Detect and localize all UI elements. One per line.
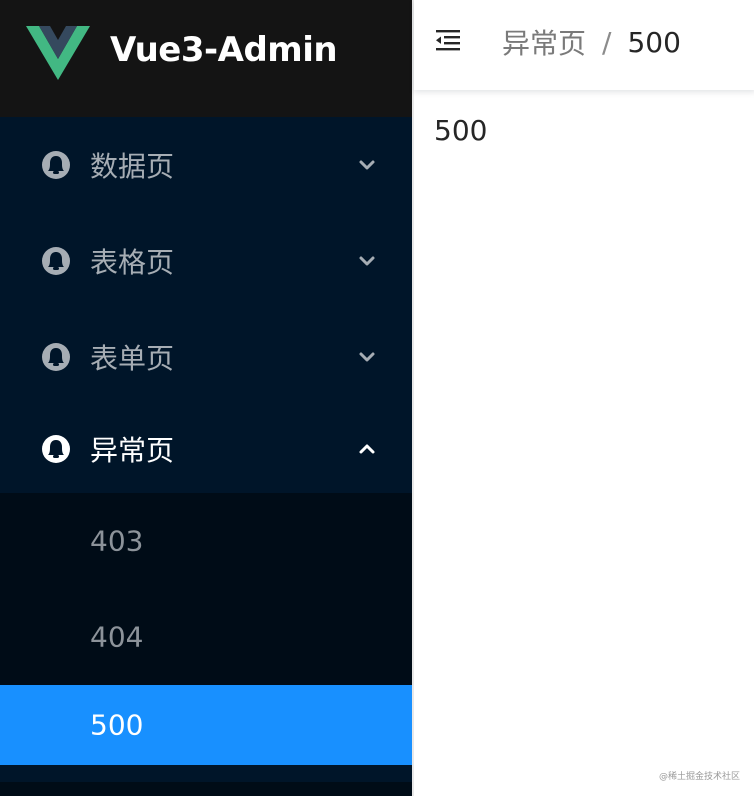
chevron-down-icon <box>359 160 375 170</box>
submenu-item-404[interactable]: 404 <box>0 589 412 685</box>
menu-label: 异常页 <box>90 434 175 467</box>
chevron-up-icon <box>359 444 375 454</box>
submenu-label: 500 <box>90 708 144 742</box>
sidebar-menu: 数据页 表格页 表单页 异常页 403 404 500 <box>0 117 412 765</box>
menu-label: 数据页 <box>90 150 175 183</box>
submenu-label: 404 <box>90 620 144 654</box>
watermark: @稀土掘金技术社区 <box>658 772 740 782</box>
app-title: Vue3-Admin <box>110 30 338 70</box>
breadcrumb-parent[interactable]: 异常页 <box>502 22 586 62</box>
chevron-down-icon <box>359 352 375 362</box>
menu-item-exception[interactable]: 异常页 <box>0 405 412 493</box>
menu-item-table[interactable]: 表格页 <box>0 213 412 309</box>
user-icon <box>42 435 70 463</box>
page-content: 500 <box>434 114 488 147</box>
sidebar-footer <box>0 782 412 796</box>
top-header: 异常页 / 500 <box>414 0 754 90</box>
menu-fold-icon[interactable] <box>434 28 462 52</box>
app-root: Vue3-Admin 数据页 表格页 表单页 异常页 403 404 500 异… <box>0 0 754 796</box>
breadcrumb: 异常页 / 500 <box>502 22 681 62</box>
menu-item-data[interactable]: 数据页 <box>0 117 412 213</box>
breadcrumb-current: 500 <box>627 25 681 59</box>
chevron-down-icon <box>359 256 375 266</box>
breadcrumb-separator: / <box>602 25 612 59</box>
user-icon <box>42 151 70 179</box>
main-area: 异常页 / 500 500 @稀土掘金技术社区 <box>412 0 754 796</box>
sidebar: Vue3-Admin 数据页 表格页 表单页 异常页 403 404 500 <box>0 0 412 796</box>
submenu-exception: 403 404 500 <box>0 493 412 765</box>
submenu-item-500[interactable]: 500 <box>0 685 412 765</box>
user-icon <box>42 343 70 371</box>
submenu-item-403[interactable]: 403 <box>0 493 412 589</box>
menu-item-form[interactable]: 表单页 <box>0 309 412 405</box>
menu-label: 表单页 <box>90 342 175 375</box>
vue-logo-icon <box>26 26 90 80</box>
menu-label: 表格页 <box>90 246 175 279</box>
logo-bar: Vue3-Admin <box>0 0 412 117</box>
submenu-label: 403 <box>90 524 144 558</box>
user-icon <box>42 247 70 275</box>
